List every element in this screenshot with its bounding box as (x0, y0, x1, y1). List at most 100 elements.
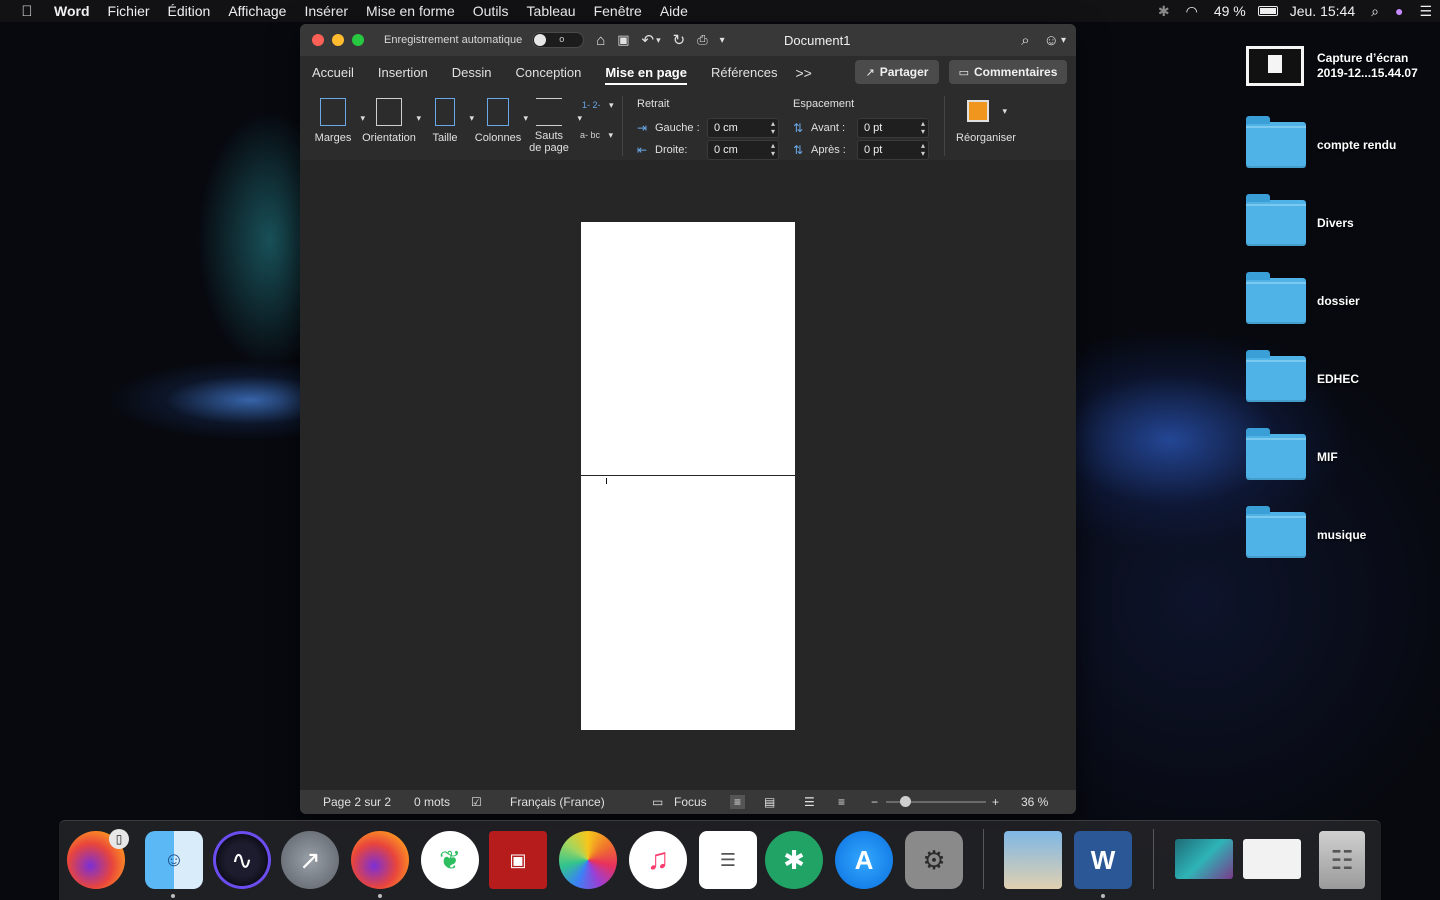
menu-affichage[interactable]: Affichage (219, 3, 295, 19)
orientation-button[interactable]: ▾ Orientation (360, 94, 421, 144)
menu-fenetre[interactable]: Fenêtre (585, 3, 651, 19)
menu-aide[interactable]: Aide (651, 3, 697, 19)
desktop-folder-divers[interactable]: Divers (1246, 194, 1354, 246)
breaks-button[interactable]: ▾ Sauts de page (528, 94, 582, 154)
margins-button[interactable]: ▾ Marges (310, 94, 365, 144)
columns-button[interactable]: ▾ Colonnes (472, 94, 528, 144)
menu-inserer[interactable]: Insérer (295, 3, 357, 19)
dock-reminders-icon[interactable]: ☰ (699, 831, 757, 889)
feedback-dropdown-icon[interactable]: ▾ (1061, 35, 1066, 46)
hyphenation-button[interactable]: a- bc ▾ (580, 130, 613, 141)
web-layout-view-icon[interactable]: ▤ (764, 795, 775, 809)
print-layout-view-icon[interactable]: ≡ (730, 795, 746, 809)
zoom-in-button[interactable]: + (992, 795, 999, 809)
tab-insertion[interactable]: Insertion (366, 56, 440, 90)
indent-right-stepper-icon[interactable]: ▴ ▾ (771, 142, 775, 158)
spacing-before-stepper-icon[interactable]: ▴ ▾ (921, 120, 925, 136)
tab-conception[interactable]: Conception (504, 56, 594, 90)
print-icon[interactable]: ⎙ (697, 32, 707, 48)
minimize-window-button[interactable] (332, 34, 344, 46)
draft-view-icon[interactable]: ≡ (838, 795, 845, 809)
dock-launchpad-icon[interactable]: ↗ (281, 831, 339, 889)
dock-trash-icon[interactable]: ☷ (1319, 831, 1365, 889)
focus-icon[interactable]: ▭ (652, 795, 663, 809)
proofing-icon[interactable]: ☑ (471, 795, 482, 809)
bluetooth-icon[interactable]: ✱ (1150, 3, 1178, 20)
menu-app-word[interactable]: Word (54, 3, 99, 19)
dock-stack-documents-icon[interactable] (1243, 839, 1301, 879)
wifi-icon[interactable]: ◠ (1178, 3, 1206, 20)
tab-accueil[interactable]: Accueil (300, 56, 366, 90)
dock-app-store-icon[interactable]: A (835, 831, 893, 889)
share-button[interactable]: ↗ Partager (855, 60, 939, 84)
menu-mise-en-forme[interactable]: Mise en forme (357, 3, 464, 19)
tab-dessin[interactable]: Dessin (440, 56, 504, 90)
page-count[interactable]: Page 2 sur 2 (323, 795, 391, 809)
dock-firefox-icon[interactable]: ▯ (67, 829, 129, 889)
dock-siri-icon[interactable]: ∿ (213, 831, 271, 889)
comments-button[interactable]: ▭ Commentaires (949, 60, 1067, 84)
desktop-screenshot-file[interactable]: Capture d’écran 2019-12...15.44.07 (1246, 46, 1418, 86)
dock-finder-icon[interactable]: ☺ (145, 831, 203, 889)
clock[interactable]: Jeu. 15:44 (1282, 3, 1363, 19)
spotlight-search-icon[interactable]: ⌕ (1363, 3, 1387, 20)
desktop-folder-dossier[interactable]: dossier (1246, 272, 1360, 324)
language[interactable]: Français (France) (510, 795, 605, 809)
feedback-smiley-icon[interactable]: ☺ (1044, 32, 1059, 49)
zoom-window-button[interactable] (352, 34, 364, 46)
desktop-folder-mif[interactable]: MIF (1246, 428, 1338, 480)
menu-tableau[interactable]: Tableau (518, 3, 585, 19)
zoom-out-button[interactable]: − (871, 795, 878, 809)
notification-center-icon[interactable]: ☰ (1411, 3, 1440, 20)
tab-mise-en-page[interactable]: Mise en page (593, 56, 699, 90)
close-window-button[interactable] (312, 34, 324, 46)
indent-left-stepper-icon[interactable]: ▴ ▾ (771, 120, 775, 136)
tab-references[interactable]: Références (699, 56, 789, 90)
document-page-1[interactable] (581, 222, 795, 475)
redo-icon[interactable]: ↻ (673, 31, 686, 49)
desktop-folder-edhec[interactable]: EDHEC (1246, 350, 1359, 402)
battery-percentage[interactable]: 49 % (1206, 3, 1254, 19)
home-icon[interactable]: ⌂ (596, 32, 605, 49)
undo-dropdown-icon[interactable]: ▾ (656, 35, 661, 46)
document-page-2[interactable] (581, 476, 795, 730)
outline-view-icon[interactable]: ☰ (804, 795, 815, 809)
customize-toolbar-icon[interactable]: ▾ (720, 35, 725, 46)
menu-edition[interactable]: Édition (159, 3, 220, 19)
indent-left-field[interactable]: 0 cm ▴ ▾ (707, 118, 779, 138)
dock-preview-icon[interactable] (1004, 831, 1062, 889)
dock-word-icon[interactable]: W (1074, 831, 1132, 889)
menu-outils[interactable]: Outils (464, 3, 518, 19)
dock-firefox-icon[interactable] (351, 831, 409, 889)
zoom-slider-knob[interactable] (900, 796, 911, 807)
menu-fichier[interactable]: Fichier (99, 3, 159, 19)
dock-photo-booth-icon[interactable]: ▣ (489, 831, 547, 889)
dock-photos-icon[interactable] (559, 831, 617, 889)
dock-evernote-icon[interactable]: ❦ (421, 831, 479, 889)
dock-system-preferences-icon[interactable]: ⚙ (905, 831, 963, 889)
battery-icon[interactable] (1254, 3, 1282, 19)
spacing-after-stepper-icon[interactable]: ▴ ▾ (921, 142, 925, 158)
spacing-after-field[interactable]: 0 pt ▴ ▾ (857, 140, 929, 160)
arrange-button[interactable]: ▾ Réorganiser (952, 94, 1020, 144)
dock-gitter-icon[interactable]: ✱ (765, 831, 823, 889)
word-count[interactable]: 0 mots (414, 795, 450, 809)
size-button[interactable]: ▾ Taille (424, 94, 474, 144)
document-canvas[interactable] (300, 160, 1076, 790)
apple-menu-icon[interactable]:  (0, 3, 54, 20)
spacing-before-field[interactable]: 0 pt ▴ ▾ (857, 118, 929, 138)
desktop-folder-musique[interactable]: musique (1246, 506, 1366, 558)
zoom-level[interactable]: 36 % (1021, 795, 1048, 809)
save-icon[interactable]: ▣ (617, 32, 629, 48)
desktop-folder-compte-rendu[interactable]: compte rendu (1246, 116, 1396, 168)
undo-icon[interactable]: ↶ (642, 31, 655, 49)
search-icon[interactable]: ⌕ (1021, 32, 1029, 49)
indent-right-field[interactable]: 0 cm ▴ ▾ (707, 140, 779, 160)
more-tabs-chevron-icon[interactable]: >> (789, 65, 817, 81)
dock-stack-downloads-icon[interactable] (1175, 839, 1233, 879)
autosave-toggle[interactable]: o (532, 32, 585, 48)
siri-icon[interactable]: ● (1387, 3, 1411, 19)
dock-itunes-icon[interactable]: ♫ (629, 831, 687, 889)
line-numbers-button[interactable]: 1- 2- ▾ (582, 100, 614, 111)
focus-label[interactable]: Focus (674, 795, 707, 809)
